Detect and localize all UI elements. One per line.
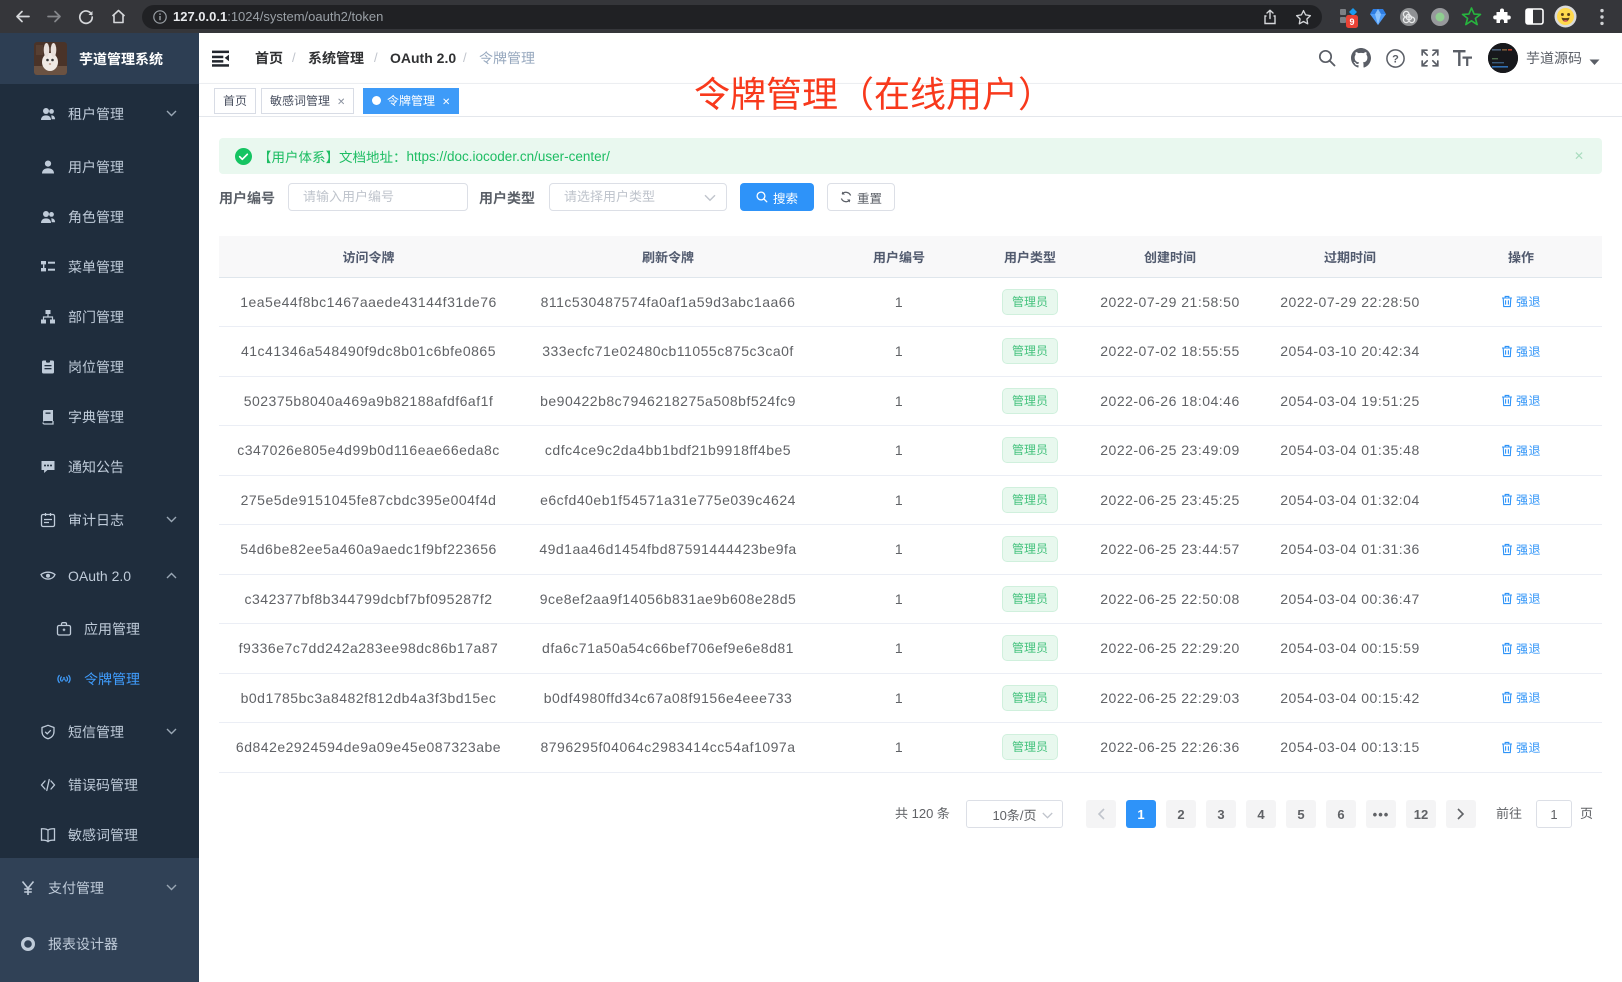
svg-text:A: A xyxy=(62,676,67,683)
svg-text:?: ? xyxy=(1392,53,1399,65)
svg-text:9: 9 xyxy=(1349,17,1354,27)
